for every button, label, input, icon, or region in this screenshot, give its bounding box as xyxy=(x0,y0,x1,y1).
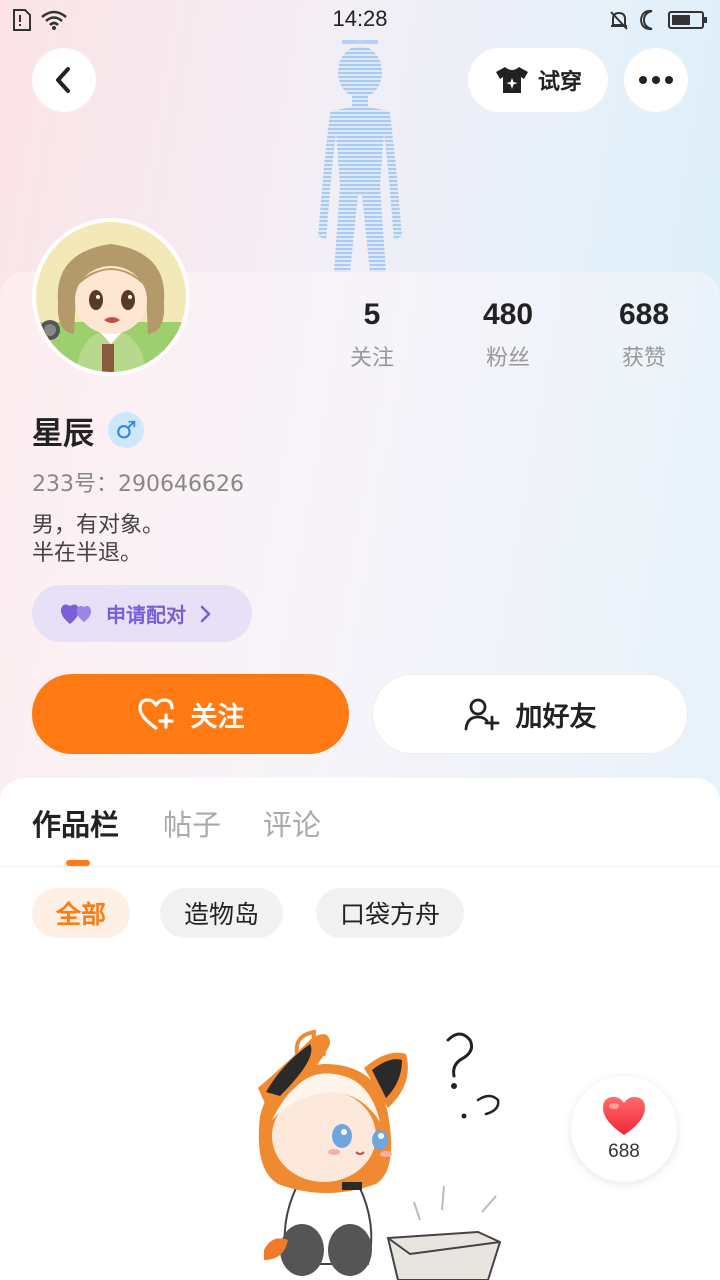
tab-comments[interactable]: 评论 xyxy=(263,802,321,844)
chevron-left-icon xyxy=(56,67,70,93)
heart-icon xyxy=(603,1097,645,1135)
username: 星辰 xyxy=(32,416,94,452)
filter-chip-all[interactable]: 全部 xyxy=(32,888,131,938)
add-friend-button[interactable]: 加好友 xyxy=(372,674,688,754)
chevron-right-icon xyxy=(200,605,211,622)
followers-count: 480 xyxy=(482,298,534,331)
likes-label: 获赞 xyxy=(621,346,666,371)
gender-symbol: ♂ xyxy=(115,416,137,444)
try-on-button[interactable]: 试穿 xyxy=(468,48,608,112)
gender-male-icon: ♂ xyxy=(108,412,144,448)
status-bar: 14:28 xyxy=(0,0,720,40)
filter-chip-pocket-ark[interactable]: 口袋方舟 xyxy=(316,888,465,938)
avatar-hologram-figure xyxy=(318,40,402,272)
avatar[interactable] xyxy=(32,218,190,376)
request-pair-button[interactable]: 申请配对 xyxy=(32,585,252,642)
more-options-button[interactable] xyxy=(624,48,688,112)
stat-following[interactable]: 5 关注 xyxy=(312,298,432,372)
follow-label: 关注 xyxy=(190,701,245,733)
try-on-label: 试穿 xyxy=(537,70,582,95)
profile-stats: 5 关注 480 粉丝 688 获赞 xyxy=(300,298,720,388)
request-pair-label: 申请配对 xyxy=(106,603,186,627)
like-button[interactable]: 688 xyxy=(571,1076,677,1182)
tab-works[interactable]: 作品栏 xyxy=(32,802,119,844)
tab-posts[interactable]: 帖子 xyxy=(163,802,221,844)
more-dots-icon xyxy=(639,76,673,84)
user-bio: 男，有对象。 半在半退。 xyxy=(32,513,165,566)
filter-chip-creation-island[interactable]: 造物岛 xyxy=(160,888,284,938)
stat-likes[interactable]: 688 获赞 xyxy=(584,298,704,372)
followers-label: 粉丝 xyxy=(485,346,530,371)
empty-state-mascot-illustration xyxy=(258,1029,502,1280)
add-friend-label: 加好友 xyxy=(515,701,597,733)
status-time: 14:28 xyxy=(332,6,388,31)
user-id: 233号：290646626 xyxy=(32,472,244,497)
following-label: 关注 xyxy=(349,346,394,371)
like-count: 688 xyxy=(608,1141,640,1162)
stat-followers[interactable]: 480 粉丝 xyxy=(448,298,568,372)
add-user-icon xyxy=(464,698,499,731)
heart-plus-icon xyxy=(137,698,174,730)
follow-button[interactable]: 关注 xyxy=(32,674,349,754)
back-button[interactable] xyxy=(32,48,96,112)
tshirt-icon xyxy=(495,67,528,93)
following-count: 5 xyxy=(363,298,381,331)
likes-count: 688 xyxy=(618,298,670,331)
avatar-image xyxy=(36,222,186,372)
tab-divider xyxy=(0,866,720,867)
double-heart-icon xyxy=(60,604,92,624)
